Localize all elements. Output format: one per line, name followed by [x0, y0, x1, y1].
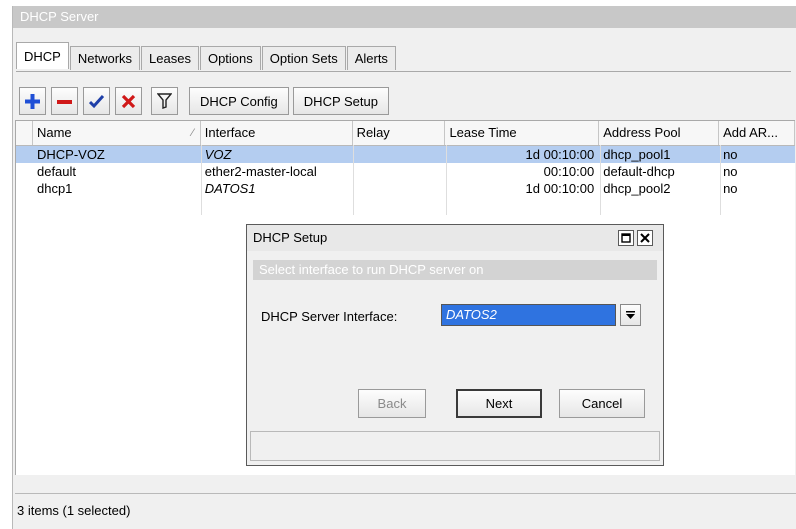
cell-relay [353, 163, 446, 180]
cell-add-arp: no [723, 164, 738, 179]
cell-add-arp: no [723, 147, 738, 162]
column-header-interface[interactable]: Interface [201, 121, 353, 145]
cell-interface: DATOS1 [204, 181, 256, 196]
toolbar: DHCP Config DHCP Setup [19, 86, 394, 116]
tab-bar: DHCP Networks Leases Options Option Sets… [16, 42, 397, 72]
cell-name: DHCP-VOZ [36, 147, 105, 162]
interface-dropdown-button[interactable] [620, 304, 641, 326]
close-icon [640, 233, 650, 243]
table-header: Name ⁄ Interface Relay Lease Time Address… [16, 121, 795, 146]
cell-address-pool: dhcp_pool2 [603, 181, 671, 196]
cell-name: dhcp1 [36, 181, 73, 196]
tab-leases[interactable]: Leases [141, 46, 199, 70]
dhcp-server-interface-input[interactable]: DATOS2 [441, 304, 616, 326]
sort-indicator-icon: ⁄ [191, 127, 194, 139]
dhcp-setup-button[interactable]: DHCP Setup [292, 87, 389, 115]
remove-button[interactable] [51, 87, 78, 115]
dhcp-config-button[interactable]: DHCP Config [189, 87, 289, 115]
cell-name: default [36, 164, 77, 179]
cell-relay [353, 146, 446, 163]
tab-divider [16, 71, 791, 72]
interface-field-label: DHCP Server Interface: [261, 309, 398, 324]
dialog-instruction: Select interface to run DHCP server on [253, 260, 657, 280]
back-button[interactable]: Back [358, 389, 426, 418]
check-icon [89, 94, 104, 108]
cancel-button[interactable]: Cancel [559, 389, 645, 418]
cell-add-arp: no [723, 181, 738, 196]
cell-address-pool: dhcp_pool1 [603, 147, 671, 162]
next-button[interactable]: Next [456, 389, 542, 418]
maximize-icon [621, 233, 631, 243]
dhcp-setup-dialog: DHCP Setup Select interface to run DHCP … [246, 224, 664, 466]
maximize-button[interactable] [618, 230, 634, 246]
cell-lease-time: 00:10:00 [543, 164, 595, 179]
tab-options[interactable]: Options [199, 46, 261, 70]
dialog-status-bar [250, 431, 660, 461]
cell-lease-time: 1d 00:10:00 [525, 181, 595, 196]
table-row[interactable]: default ether2-master-local 00:10:00 def… [16, 163, 795, 180]
dialog-title: DHCP Setup [247, 225, 663, 251]
cell-relay [353, 180, 446, 197]
tab-option-sets[interactable]: Option Sets [261, 46, 346, 70]
window-title: DHCP Server [13, 6, 796, 28]
cell-lease-time: 1d 00:10:00 [525, 147, 595, 162]
cell-interface: ether2-master-local [204, 164, 317, 179]
column-header-relay[interactable]: Relay [353, 121, 446, 145]
column-header-add-arp[interactable]: Add AR... [719, 121, 795, 145]
status-bar: 3 items (1 selected) [15, 493, 796, 529]
filter-button[interactable] [151, 87, 178, 115]
minus-icon [57, 99, 72, 104]
cell-address-pool: default-dhcp [603, 164, 675, 179]
column-header-lease-time[interactable]: Lease Time [445, 121, 600, 145]
enable-button[interactable] [83, 87, 110, 115]
tab-alerts[interactable]: Alerts [346, 46, 396, 70]
cell-interface: VOZ [204, 147, 232, 162]
cross-icon [121, 94, 136, 108]
dropdown-arrow-icon [626, 311, 635, 319]
table-row[interactable]: DHCP-VOZ VOZ 1d 00:10:00 dhcp_pool1 no [16, 146, 795, 163]
table-row[interactable]: dhcp1 DATOS1 1d 00:10:00 dhcp_pool2 no [16, 180, 795, 197]
column-header-address-pool[interactable]: Address Pool [599, 121, 720, 145]
column-header-flag [16, 121, 33, 145]
filter-icon [157, 93, 172, 109]
column-header-name[interactable]: Name ⁄ [33, 121, 201, 145]
tab-networks[interactable]: Networks [69, 46, 141, 70]
disable-button[interactable] [115, 87, 142, 115]
close-button[interactable] [637, 230, 653, 246]
